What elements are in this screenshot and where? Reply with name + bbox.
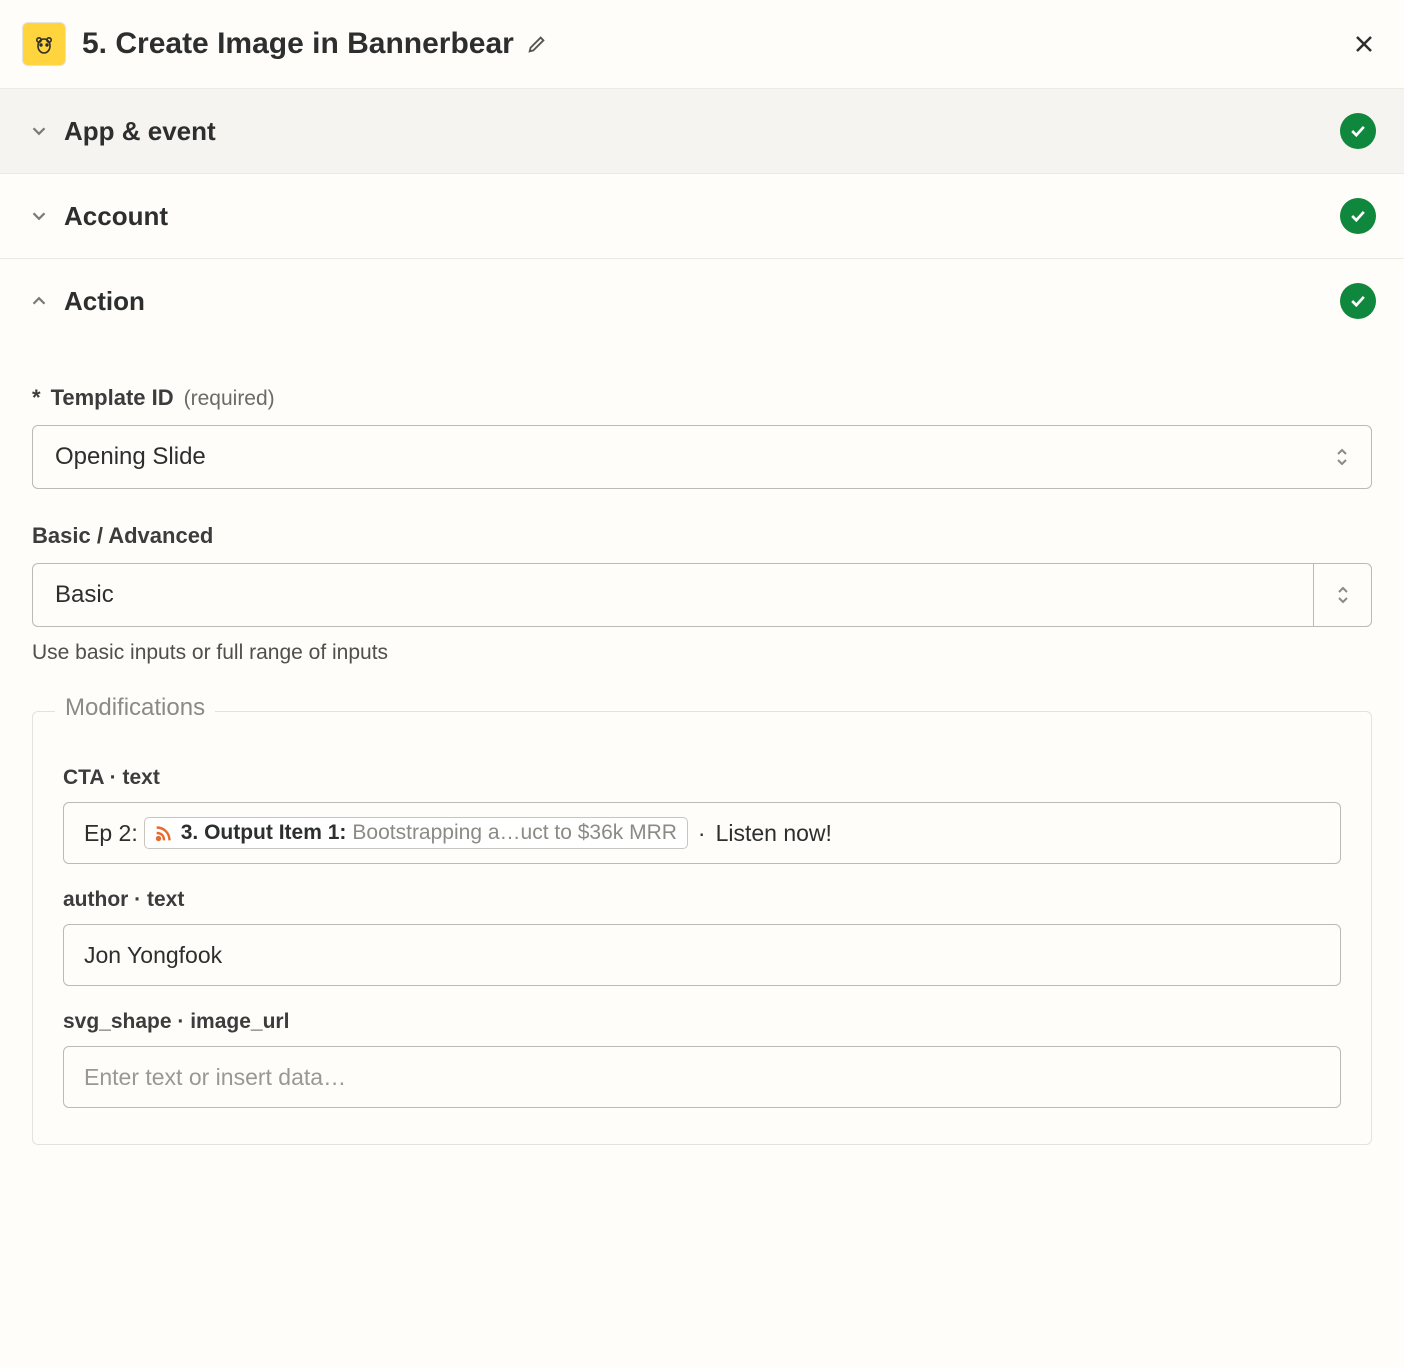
select-value: Opening Slide bbox=[33, 426, 1313, 488]
select-handle bbox=[1313, 426, 1371, 488]
status-complete-icon bbox=[1340, 113, 1376, 149]
input-value: Jon Yongfook bbox=[84, 942, 222, 969]
template-id-select[interactable]: Opening Slide bbox=[32, 425, 1372, 489]
field-mode: Basic / Advanced Basic Use basic inputs … bbox=[32, 523, 1372, 665]
action-body: * Template ID (required) Opening Slide B… bbox=[0, 343, 1404, 1185]
section-app-event[interactable]: App & event bbox=[0, 89, 1404, 174]
pill-value: Bootstrapping a…uct to $36k MRR bbox=[352, 821, 677, 845]
data-pill[interactable]: 3. Output Item 1: Bootstrapping a…uct to… bbox=[144, 817, 688, 849]
chevron-up-icon bbox=[28, 290, 50, 312]
edit-title-icon[interactable] bbox=[526, 33, 548, 55]
select-value: Basic bbox=[33, 564, 1313, 626]
status-complete-icon bbox=[1340, 198, 1376, 234]
field-label: CTA · text bbox=[63, 766, 1341, 790]
text-suffix: Listen now! bbox=[716, 820, 832, 847]
field-author-text: author · text Jon Yongfook bbox=[63, 888, 1341, 986]
label-text: Template ID bbox=[51, 385, 174, 411]
bannerbear-app-icon bbox=[22, 22, 66, 66]
section-title: Account bbox=[64, 201, 1340, 232]
updown-icon bbox=[1334, 583, 1352, 607]
fieldset-legend: Modifications bbox=[55, 694, 215, 722]
mode-select[interactable]: Basic bbox=[32, 563, 1372, 627]
section-title: Action bbox=[64, 286, 1340, 317]
author-text-input[interactable]: Jon Yongfook bbox=[63, 924, 1341, 986]
close-icon[interactable] bbox=[1352, 32, 1376, 56]
select-handle bbox=[1313, 564, 1371, 626]
field-cta-text: CTA · text Ep 2: 3. Output Item 1: Boots… bbox=[63, 766, 1341, 864]
svg-shape-input[interactable]: Enter text or insert data… bbox=[63, 1046, 1341, 1108]
section-action[interactable]: Action bbox=[0, 259, 1404, 343]
field-label: svg_shape · image_url bbox=[63, 1010, 1341, 1034]
field-svg-shape: svg_shape · image_url Enter text or inse… bbox=[63, 1010, 1341, 1108]
status-complete-icon bbox=[1340, 283, 1376, 319]
field-template-id: * Template ID (required) Opening Slide bbox=[32, 385, 1372, 489]
required-text: (required) bbox=[184, 387, 275, 411]
section-title: App & event bbox=[64, 116, 1340, 147]
input-placeholder: Enter text or insert data… bbox=[84, 1064, 346, 1091]
text-prefix: Ep 2: bbox=[84, 820, 138, 847]
field-label: author · text bbox=[63, 888, 1341, 912]
section-account[interactable]: Account bbox=[0, 174, 1404, 259]
panel-title: 5. Create Image in Bannerbear bbox=[82, 27, 514, 61]
panel-header: 5. Create Image in Bannerbear bbox=[0, 0, 1404, 89]
label-text: Basic / Advanced bbox=[32, 523, 213, 549]
field-label: * Template ID (required) bbox=[32, 385, 1372, 411]
updown-icon bbox=[1333, 445, 1351, 469]
separator: · bbox=[694, 820, 710, 847]
chevron-down-icon bbox=[28, 120, 50, 142]
field-label: Basic / Advanced bbox=[32, 523, 1372, 549]
cta-text-input[interactable]: Ep 2: 3. Output Item 1: Bootstrapping a…… bbox=[63, 802, 1341, 864]
chevron-down-icon bbox=[28, 205, 50, 227]
modifications-fieldset: Modifications CTA · text Ep 2: 3. Output… bbox=[32, 711, 1372, 1145]
help-text: Use basic inputs or full range of inputs bbox=[32, 641, 1372, 665]
pill-title: 3. Output Item 1: bbox=[181, 821, 347, 845]
rss-icon bbox=[153, 822, 175, 844]
